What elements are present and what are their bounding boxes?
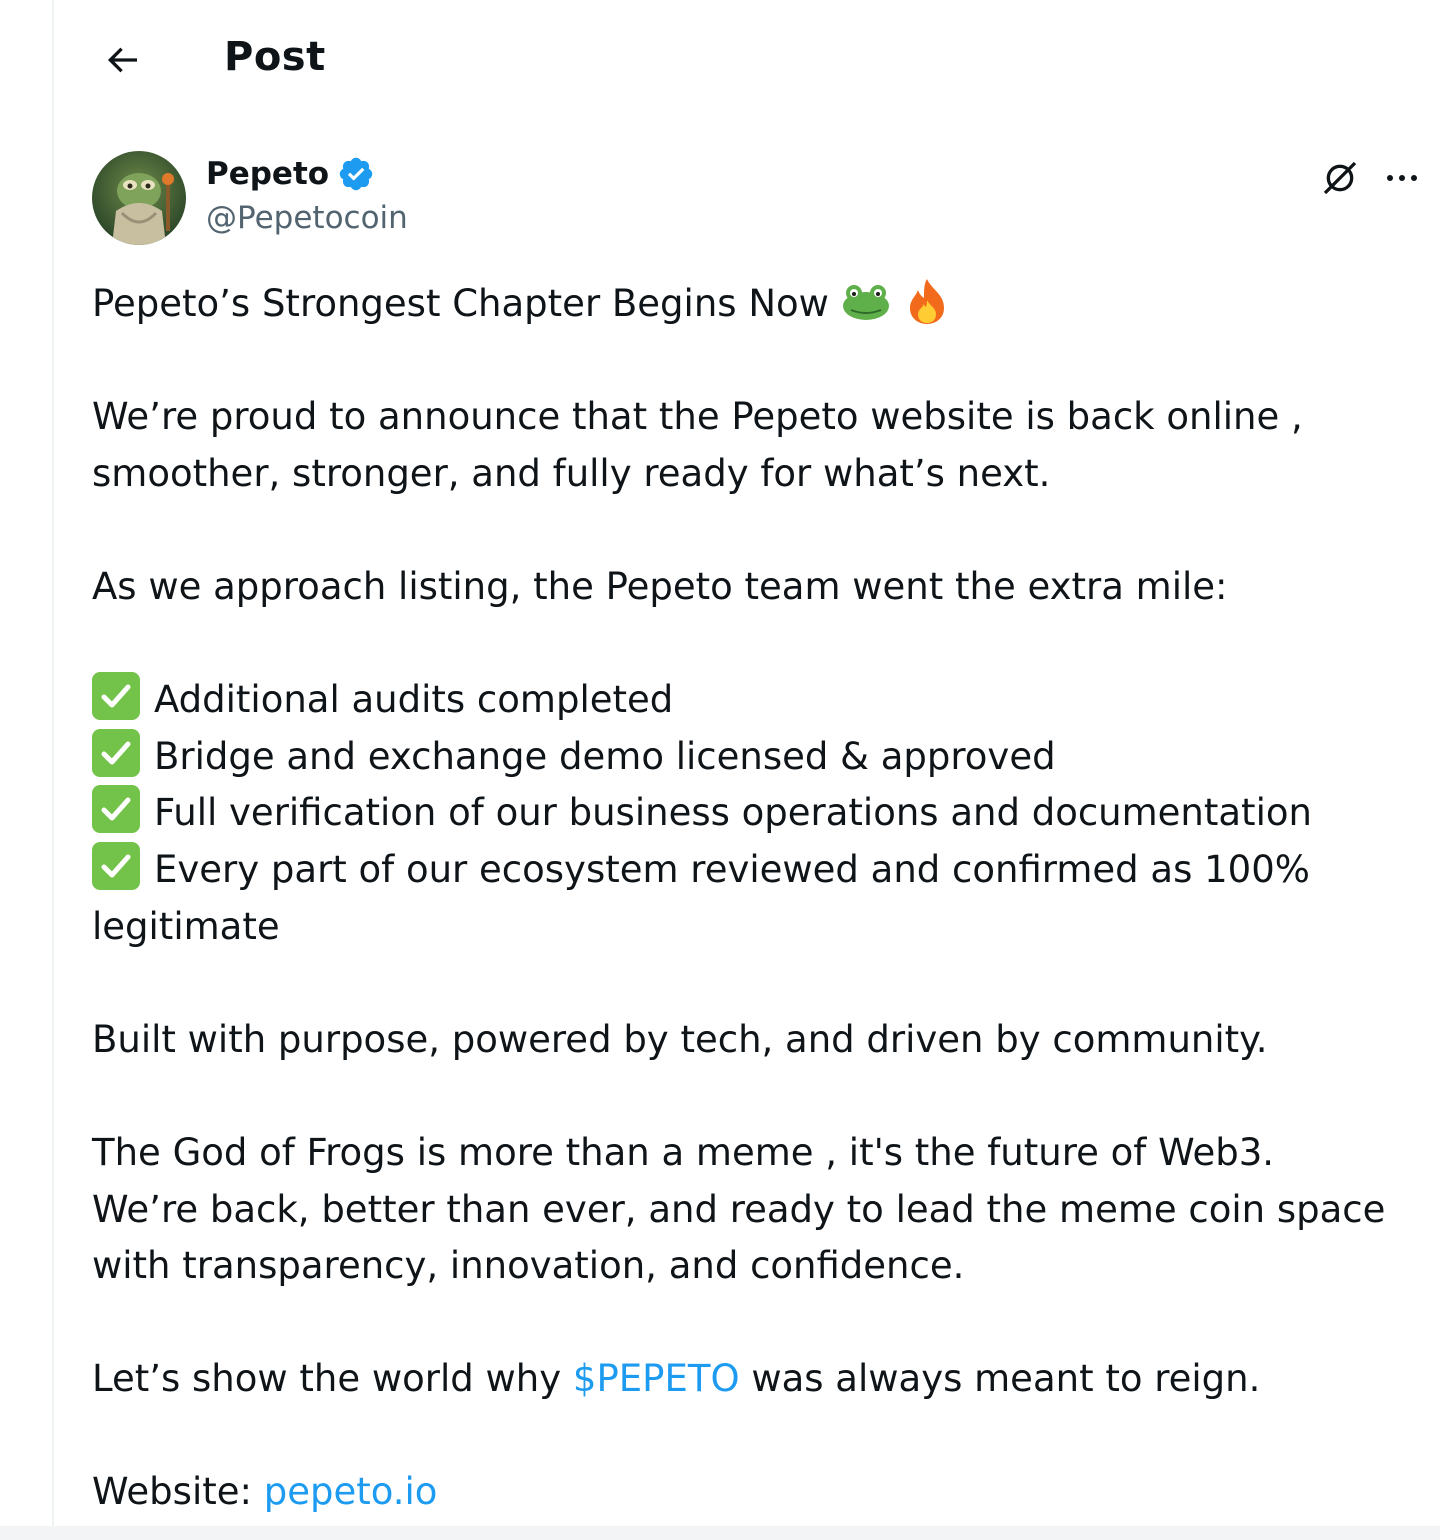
avatar-image	[92, 151, 186, 245]
paragraph-1-line-2: smoother, stronger, and fully ready for …	[92, 451, 1051, 495]
grok-icon	[1323, 161, 1357, 195]
bottom-edge	[0, 1526, 1440, 1540]
website-line: Website: pepeto.io	[92, 1470, 438, 1514]
column-divider	[52, 0, 54, 1540]
paragraph-3: Built with purpose, powered by tech, and…	[92, 1017, 1268, 1061]
cashtag-link[interactable]: $PEPETO	[573, 1357, 740, 1400]
more-icon	[1387, 175, 1417, 181]
fire-emoji-icon	[910, 279, 945, 324]
paragraph-4-line-2: We’re back, better than ever, and ready …	[92, 1187, 1386, 1231]
page-title: Post	[224, 34, 326, 80]
checklist-item: Additional audits completed	[92, 672, 1412, 729]
verified-badge-icon	[339, 157, 373, 191]
post-body: Pepeto’s Strongest Chapter Begins Now We…	[92, 276, 1412, 1521]
paragraph-5: Let’s show the world why $PEPETO was alw…	[92, 1357, 1261, 1401]
grok-button[interactable]	[1316, 154, 1364, 202]
header: Post	[54, 0, 1440, 122]
avatar[interactable]	[92, 151, 186, 245]
checklist-item-wrap: legitimate	[92, 904, 280, 948]
author-handle[interactable]: @Pepetocoin	[206, 200, 408, 236]
checklist-item: Every part of our ecosystem reviewed and…	[92, 841, 1412, 899]
author-block: Pepeto @Pepetocoin	[206, 152, 408, 236]
check-mark-icon	[92, 785, 140, 834]
frog-emoji-icon	[842, 285, 889, 320]
paragraph-1-line-1: We’re proud to announce that the Pepeto …	[92, 395, 1303, 439]
checklist-item: Bridge and exchange demo licensed & appr…	[92, 728, 1412, 786]
check-mark-icon	[92, 728, 140, 777]
website-link[interactable]: pepeto.io	[264, 1470, 438, 1513]
back-button[interactable]	[94, 30, 150, 90]
more-button[interactable]	[1376, 154, 1428, 202]
author-display-name[interactable]: Pepeto	[206, 156, 329, 192]
check-mark-icon	[92, 841, 140, 890]
paragraph-4-line-3: with transparency, innovation, and confi…	[92, 1244, 965, 1288]
post-headline: Pepeto’s Strongest Chapter Begins Now	[92, 276, 1412, 333]
back-arrow-icon	[107, 47, 137, 73]
paragraph-4-line-1: The God of Frogs is more than a meme , i…	[92, 1130, 1275, 1174]
checklist-item: Full verification of our business operat…	[92, 785, 1412, 842]
check-mark-icon	[92, 672, 140, 721]
paragraph-2: As we approach listing, the Pepeto team …	[92, 564, 1228, 608]
